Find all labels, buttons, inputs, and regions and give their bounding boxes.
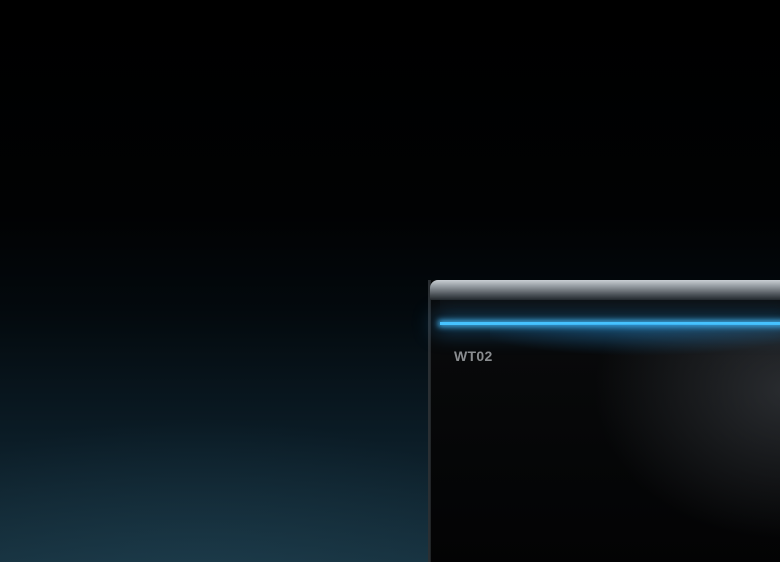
device-top-bar [430, 280, 780, 300]
device-top-recess [440, 300, 780, 324]
light-glow [490, 324, 780, 394]
device-body: WT02 [428, 280, 780, 562]
model-label: WT02 [454, 348, 493, 364]
product-scene: WT02 [0, 0, 780, 562]
